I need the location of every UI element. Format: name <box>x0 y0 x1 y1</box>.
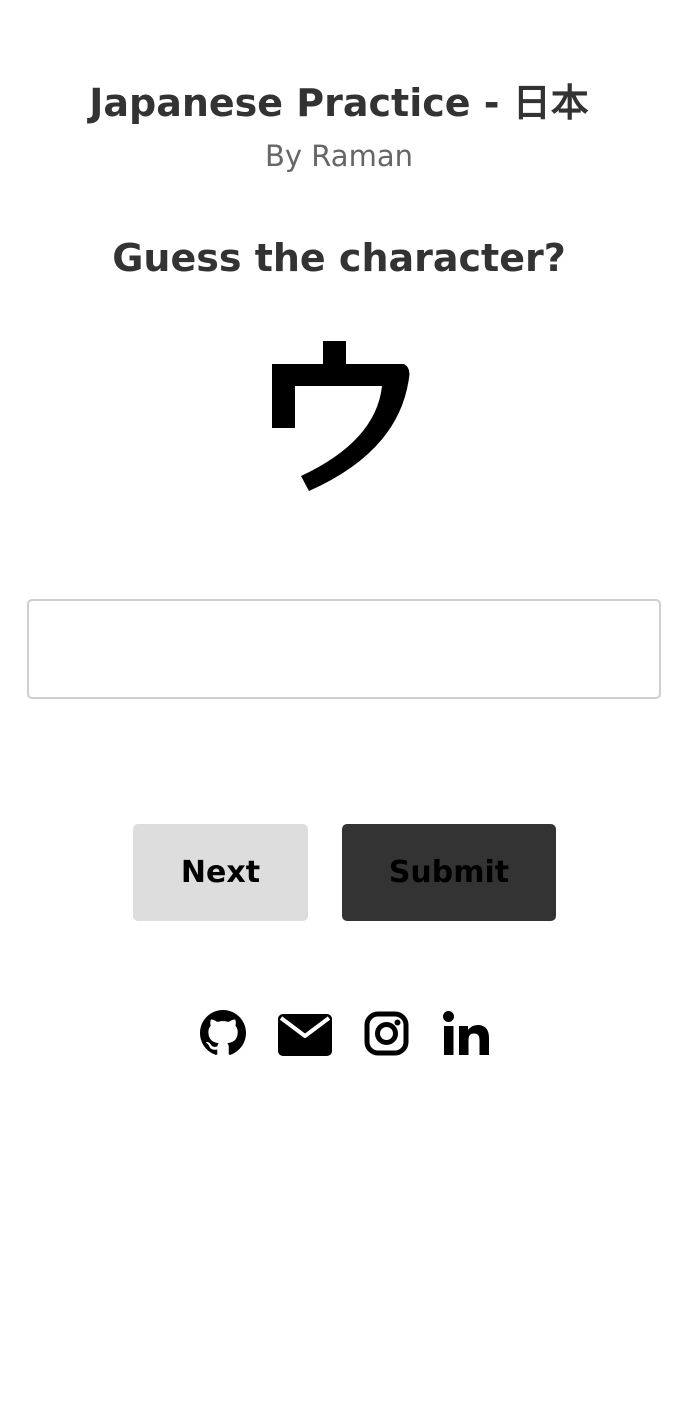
katakana-glyph <box>272 341 410 491</box>
envelope-icon[interactable] <box>278 1014 332 1064</box>
quiz-prompt: Guess the character? <box>112 236 566 280</box>
answer-input[interactable] <box>27 599 661 699</box>
quiz-character <box>0 316 678 506</box>
app-title: Japanese Practice - 日本 <box>89 81 589 126</box>
instagram-icon[interactable] <box>364 1011 409 1061</box>
submit-button[interactable]: Submit <box>342 824 556 921</box>
author-byline: By Raman <box>265 139 413 173</box>
github-icon[interactable] <box>200 1010 246 1060</box>
social-links <box>0 1010 678 1060</box>
linkedin-icon[interactable] <box>443 1011 489 1061</box>
next-button[interactable]: Next <box>133 824 308 921</box>
